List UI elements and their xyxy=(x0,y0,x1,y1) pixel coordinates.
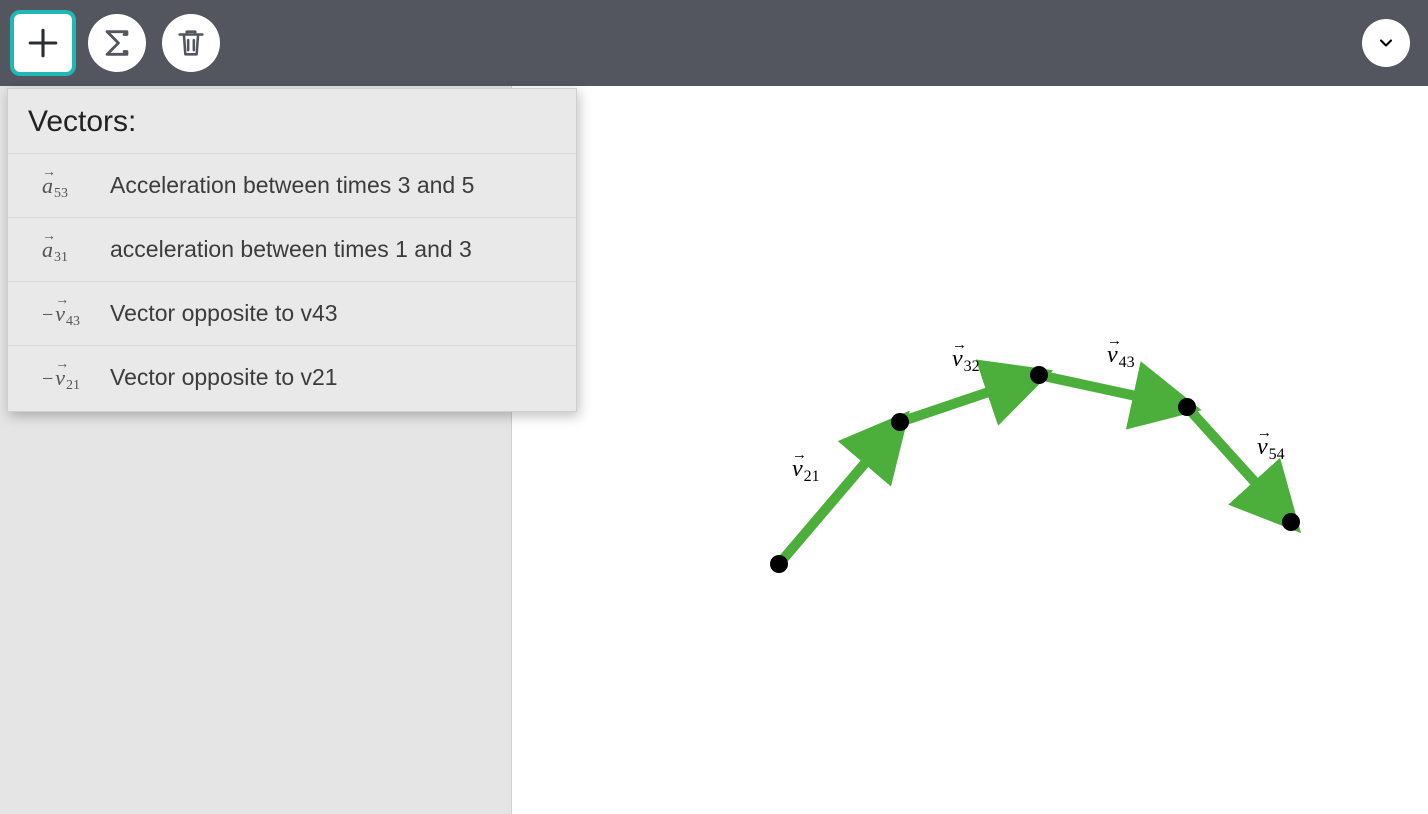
plus-icon xyxy=(26,26,60,60)
add-button[interactable] xyxy=(14,14,72,72)
trash-icon xyxy=(174,26,208,60)
content-area: Vectors: →a53Acceleration between times … xyxy=(0,86,1428,814)
vector-panel: Vectors: →a53Acceleration between times … xyxy=(7,88,577,412)
vector-arrow-0[interactable] xyxy=(779,422,900,564)
vector-desc: Vector opposite to v21 xyxy=(110,364,338,391)
chevron-down-icon xyxy=(1376,33,1396,53)
vector-item-1[interactable]: →a31acceleration between times 1 and 3 xyxy=(8,217,576,281)
vector-desc: Vector opposite to v43 xyxy=(110,300,338,327)
point-3[interactable] xyxy=(1178,398,1196,416)
vector-label-v32: →v32 xyxy=(952,346,980,373)
sidebar: Vectors: →a53Acceleration between times … xyxy=(0,86,512,814)
point-0[interactable] xyxy=(770,555,788,573)
toolbar xyxy=(0,0,1428,86)
expand-button[interactable] xyxy=(1362,19,1410,67)
sum-button[interactable] xyxy=(88,14,146,72)
vector-symbol: →a31 xyxy=(42,237,110,263)
vector-panel-title: Vectors: xyxy=(8,89,576,153)
vector-desc: Acceleration between times 3 and 5 xyxy=(110,172,474,199)
vector-arrow-2[interactable] xyxy=(1039,375,1187,407)
vector-symbol: −→v43 xyxy=(42,301,110,327)
vector-desc: acceleration between times 1 and 3 xyxy=(110,236,472,263)
vector-symbol: →a53 xyxy=(42,173,110,199)
vector-item-0[interactable]: →a53Acceleration between times 3 and 5 xyxy=(8,153,576,217)
vector-item-2[interactable]: −→v43Vector opposite to v43 xyxy=(8,281,576,345)
point-4[interactable] xyxy=(1282,513,1300,531)
sigma-icon xyxy=(100,26,134,60)
diagram-canvas[interactable]: →v21 →v32 →v43 →v54 xyxy=(512,86,1428,814)
point-2[interactable] xyxy=(1030,366,1048,384)
vector-item-3[interactable]: −→v21Vector opposite to v21 xyxy=(8,345,576,409)
vector-label-v21: →v21 xyxy=(792,456,820,483)
vector-label-v43: →v43 xyxy=(1107,342,1135,369)
vector-symbol: −→v21 xyxy=(42,365,110,391)
vector-diagram-svg xyxy=(512,86,1428,814)
vector-label-v54: →v54 xyxy=(1257,434,1285,461)
vector-arrow-3[interactable] xyxy=(1187,407,1291,522)
vector-arrow-1[interactable] xyxy=(900,375,1039,422)
point-1[interactable] xyxy=(891,413,909,431)
delete-button[interactable] xyxy=(162,14,220,72)
